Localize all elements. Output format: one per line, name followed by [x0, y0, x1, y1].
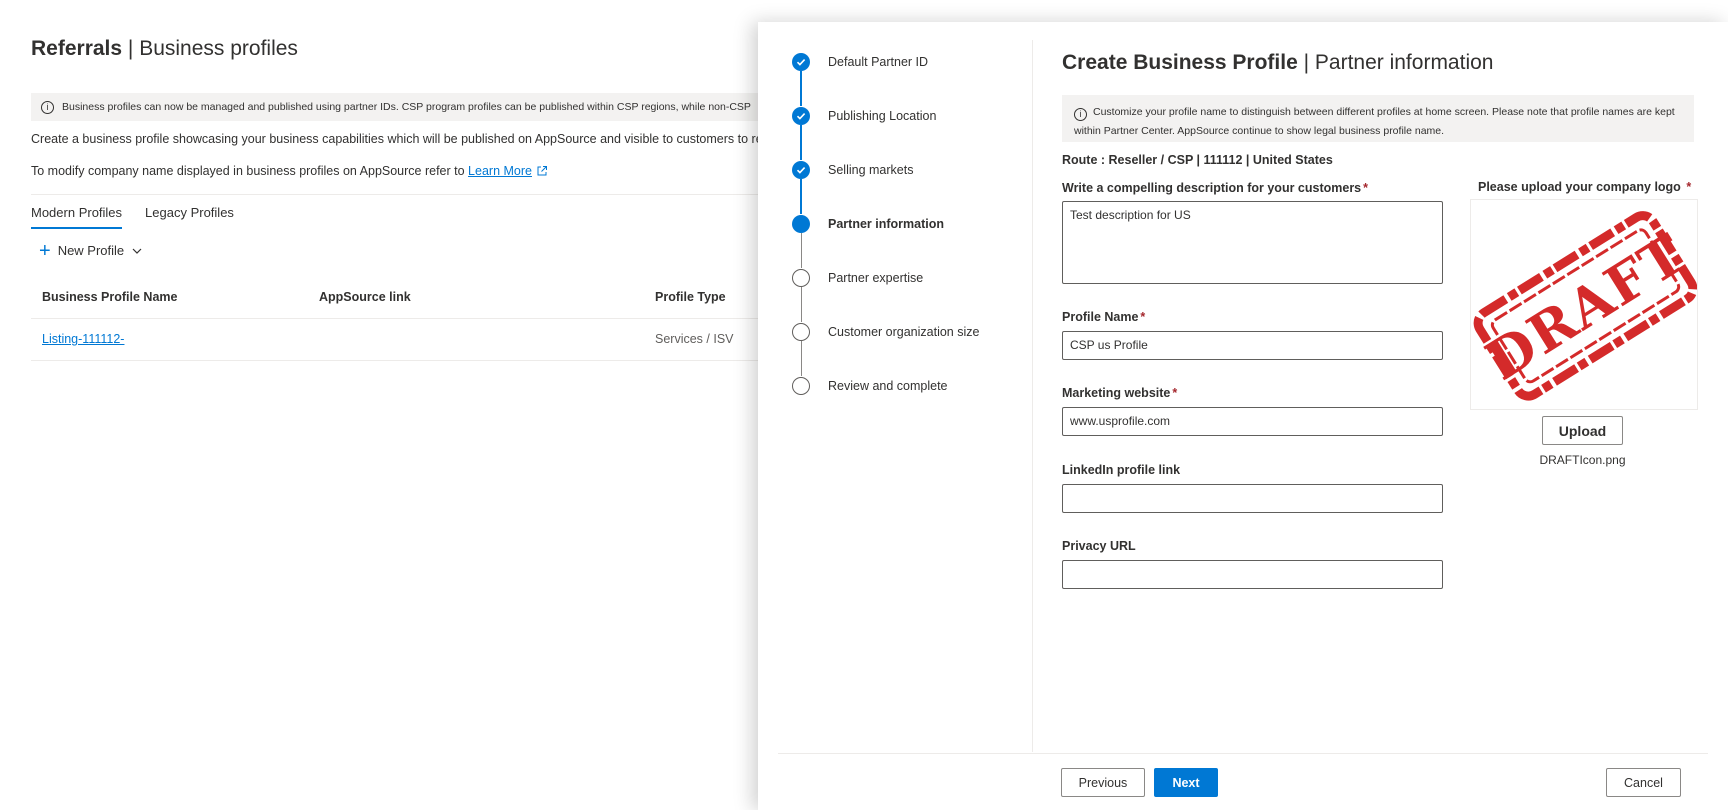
privacy-url-input[interactable]	[1062, 560, 1443, 589]
step-label: Partner information	[828, 217, 944, 231]
upload-button[interactable]: Upload	[1542, 416, 1623, 445]
step-review-and-complete[interactable]: Review and complete	[792, 376, 948, 396]
profile-name-input[interactable]: CSP us Profile	[1062, 331, 1443, 360]
modify-company-name-text: To modify company name displayed in busi…	[31, 164, 548, 178]
column-header-appsource-link[interactable]: AppSource link	[319, 290, 411, 304]
step-connector	[800, 179, 802, 214]
table-cell-profile-type: Services / ISV	[655, 332, 734, 346]
step-label: Default Partner ID	[828, 55, 929, 69]
chevron-down-icon	[132, 248, 142, 254]
profile-name-link[interactable]: Listing-111112-	[42, 332, 124, 346]
learn-more-link[interactable]: Learn More	[468, 164, 532, 178]
company-logo-preview: DRAFT	[1470, 199, 1698, 410]
step-partner-information[interactable]: Partner information	[792, 214, 944, 234]
tab-modern-profiles[interactable]: Modern Profiles	[31, 205, 123, 229]
logo-upload-label: Please upload your company logo *	[1478, 180, 1692, 194]
empty-circle-icon	[792, 323, 810, 341]
footer-divider	[778, 753, 1708, 754]
create-business-profile-panel: Default Partner ID Publishing Location S…	[758, 22, 1728, 810]
step-connector	[800, 341, 802, 376]
panel-title: Create Business Profile | Partner inform…	[1062, 51, 1494, 74]
linkedin-input[interactable]	[1062, 484, 1443, 513]
description-textarea[interactable]: Test description for US	[1062, 201, 1443, 284]
previous-button[interactable]: Previous	[1061, 768, 1145, 797]
empty-circle-icon	[792, 377, 810, 395]
step-customer-organization-size[interactable]: Customer organization size	[792, 322, 979, 342]
column-header-business-profile-name[interactable]: Business Profile Name	[42, 290, 177, 304]
new-profile-label: New Profile	[57, 243, 125, 258]
step-publishing-location[interactable]: Publishing Location	[792, 106, 936, 126]
profile-name-info-bar: i Customize your profile name to distingu…	[1062, 95, 1694, 142]
draft-stamp-image: DRAFT	[1473, 211, 1697, 401]
column-header-profile-type[interactable]: Profile Type	[655, 290, 726, 304]
step-label: Review and complete	[828, 379, 948, 393]
steps-divider	[1032, 40, 1033, 752]
current-step-dot-icon	[792, 215, 810, 233]
step-label: Customer organization size	[828, 325, 980, 339]
uploaded-file-name: DRAFTIcon.png	[1539, 453, 1626, 467]
new-profile-button[interactable]: + New Profile	[39, 239, 142, 262]
step-connector	[800, 287, 802, 322]
privacy-url-label: Privacy URL	[1062, 539, 1136, 553]
linkedin-label: LinkedIn profile link	[1062, 463, 1181, 477]
cancel-button[interactable]: Cancel	[1606, 768, 1681, 797]
step-connector	[800, 233, 802, 268]
marketing-website-input[interactable]: www.usprofile.com	[1062, 407, 1443, 436]
tab-legacy-profiles[interactable]: Legacy Profiles	[145, 205, 234, 229]
info-bar-text: Customize your profile name to distingui…	[1074, 106, 1675, 137]
step-label: Selling markets	[828, 163, 914, 177]
info-message-text: Business profiles can now be managed and…	[62, 101, 751, 113]
info-icon: i	[1074, 108, 1087, 121]
checkmark-icon	[792, 161, 810, 179]
profile-tabs: Modern Profiles Legacy Profiles	[31, 205, 234, 229]
next-button[interactable]: Next	[1154, 768, 1218, 797]
step-default-partner-id[interactable]: Default Partner ID	[792, 52, 928, 72]
step-partner-expertise[interactable]: Partner expertise	[792, 268, 923, 288]
marketing-website-label: Marketing website *	[1062, 386, 1178, 400]
external-link-icon	[537, 166, 547, 176]
page-title: Referrals | Business profiles	[31, 37, 298, 60]
profile-name-label: Profile Name *	[1062, 310, 1146, 324]
step-label: Publishing Location	[828, 109, 937, 123]
checkmark-icon	[792, 107, 810, 125]
table-cell-profile-name: Listing-111112-	[42, 332, 124, 346]
plus-icon: +	[39, 239, 51, 262]
description-label: Write a compelling description for your …	[1062, 181, 1369, 195]
step-selling-markets[interactable]: Selling markets	[792, 160, 913, 180]
step-connector	[800, 125, 802, 160]
empty-circle-icon	[792, 269, 810, 287]
route-text: Route : Reseller / CSP | 111112 | United…	[1062, 153, 1333, 167]
checkmark-icon	[792, 53, 810, 71]
step-label: Partner expertise	[828, 271, 924, 285]
info-icon: i	[41, 100, 54, 114]
step-connector	[800, 71, 802, 106]
page-description: Create a business profile showcasing you…	[31, 132, 763, 146]
